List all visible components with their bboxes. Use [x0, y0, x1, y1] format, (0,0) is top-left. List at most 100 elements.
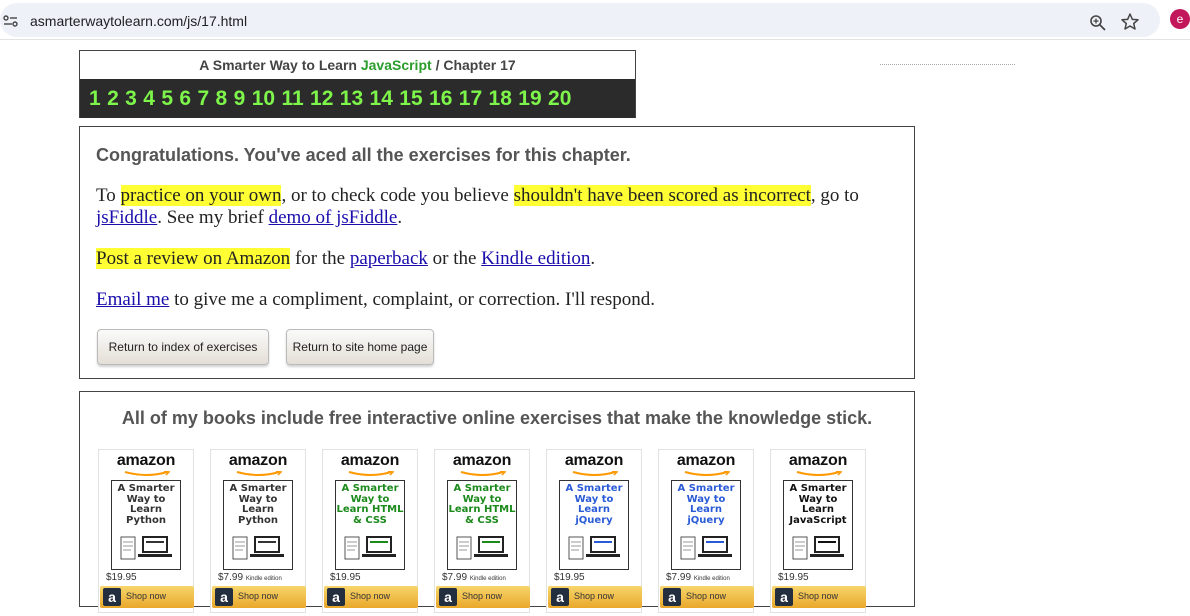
price-value: $19.95	[778, 572, 809, 583]
books-panel: All of my books include free interactive…	[79, 391, 915, 613]
chapter-label: Chapter 17	[443, 57, 516, 73]
amazon-logo: amazon	[116, 452, 176, 469]
chapter-link-11[interactable]: 11	[281, 87, 303, 111]
site-settings-icon[interactable]	[2, 14, 20, 28]
price-value: $19.95	[330, 572, 361, 583]
book-cover-illustration	[344, 536, 396, 560]
amazon-a-icon: a	[215, 588, 233, 606]
book-cover[interactable]: A Smarter Way to Learn JavaScript	[783, 480, 853, 570]
book-price: $19.95	[106, 572, 137, 583]
chapter-link-20[interactable]: 20	[548, 87, 571, 111]
book-cover-title: A Smarter Way to Learn jQuery	[677, 483, 735, 526]
chapter-link-12[interactable]: 12	[310, 87, 333, 111]
book-cover[interactable]: A Smarter Way to Learn jQuery	[559, 480, 629, 570]
zoom-icon[interactable]	[1089, 14, 1107, 32]
book-ad-card[interactable]: amazon A Smarter Way to Learn jQuery $7.99…	[658, 449, 754, 613]
amazon-a-icon: a	[327, 588, 345, 606]
book-cover[interactable]: A Smarter Way to Learn jQuery	[671, 480, 741, 570]
chapter-nav: A Smarter Way to Learn JavaScript / Chap…	[79, 50, 636, 118]
amazon-logo: amazon	[564, 452, 624, 469]
book-cover-illustration	[568, 536, 620, 560]
chapter-link-9[interactable]: 9	[234, 87, 246, 111]
book-price: $7.99 Kindle edition	[442, 572, 506, 583]
jsfiddle-link[interactable]: jsFiddle	[96, 207, 157, 228]
paperback-link[interactable]: paperback	[350, 248, 428, 269]
shop-now-button[interactable]: a Shop now	[436, 586, 530, 608]
amazon-smile-icon	[236, 471, 283, 476]
chapter-link-17[interactable]: 17	[459, 87, 482, 111]
text: to give me a compliment, complaint, or c…	[169, 289, 656, 310]
chapter-link-4[interactable]: 4	[143, 87, 155, 111]
book-title-js: JavaScript	[360, 57, 432, 73]
shop-now-button[interactable]: a Shop now	[212, 586, 306, 608]
congratulations-heading: Congratulations. You've aced all the exe…	[96, 145, 631, 165]
kindle-edition-link[interactable]: Kindle edition	[481, 248, 590, 269]
book-cover-title: A Smarter Way to Learn Python	[117, 483, 175, 526]
price-value: $7.99	[218, 572, 244, 583]
amazon-logo: amazon	[340, 452, 400, 469]
shop-now-button[interactable]: a Shop now	[660, 586, 754, 608]
book-price: $19.95	[778, 572, 809, 583]
chapter-link-2[interactable]: 2	[107, 87, 119, 111]
shop-now-button[interactable]: a Shop now	[772, 586, 866, 608]
book-ad-card[interactable]: amazon A Smarter Way to Learn HTML & CSS $…	[434, 449, 530, 613]
bookmark-star-icon[interactable]	[1120, 12, 1140, 32]
amazon-smile-icon	[124, 471, 171, 476]
chapter-link-14[interactable]: 14	[370, 87, 393, 111]
address-bar[interactable]: asmarterwaytolearn.com/js/17.html	[0, 3, 1160, 37]
book-cover-title: A Smarter Way to Learn HTML & CSS	[336, 483, 404, 526]
chapter-link-10[interactable]: 10	[252, 87, 275, 111]
chapter-link-1[interactable]: 1	[89, 87, 101, 111]
price-value: $7.99	[442, 572, 468, 583]
book-cover-illustration	[680, 536, 732, 560]
shop-now-button[interactable]: a Shop now	[100, 586, 194, 608]
book-cover-illustration	[232, 536, 284, 560]
book-cover-title: A Smarter Way to Learn jQuery	[565, 483, 623, 526]
chapter-link-7[interactable]: 7	[197, 87, 209, 111]
jsfiddle-demo-link[interactable]: demo of jsFiddle	[269, 207, 398, 228]
book-ad-card[interactable]: amazon A Smarter Way to Learn JavaScript $…	[770, 449, 866, 613]
book-cover[interactable]: A Smarter Way to Learn Python	[223, 480, 293, 570]
chapter-link-16[interactable]: 16	[429, 87, 452, 111]
dotted-divider	[880, 64, 1015, 65]
text: , or to check code you believe	[281, 185, 514, 206]
book-ad-card[interactable]: amazon A Smarter Way to Learn Python $19.9…	[98, 449, 194, 613]
book-cover[interactable]: A Smarter Way to Learn HTML & CSS	[447, 480, 517, 570]
shop-now-label: Shop now	[238, 591, 279, 601]
email-paragraph: Email me to give me a compliment, compla…	[96, 289, 896, 311]
chapter-link-6[interactable]: 6	[179, 87, 191, 111]
price-value: $19.95	[106, 572, 137, 583]
book-ad-card[interactable]: amazon A Smarter Way to Learn HTML & CSS $…	[322, 449, 418, 613]
chapter-link-13[interactable]: 13	[340, 87, 363, 111]
amazon-a-icon: a	[663, 588, 681, 606]
book-cover[interactable]: A Smarter Way to Learn HTML & CSS	[335, 480, 405, 570]
book-ad-card[interactable]: amazon A Smarter Way to Learn Python $7.99…	[210, 449, 306, 613]
book-price: $7.99 Kindle edition	[666, 572, 730, 583]
book-cover[interactable]: A Smarter Way to Learn Python	[111, 480, 181, 570]
edition-label: Kindle edition	[469, 576, 506, 582]
shop-now-button[interactable]: a Shop now	[548, 586, 642, 608]
chapter-link-5[interactable]: 5	[161, 87, 173, 111]
return-to-home-button[interactable]: Return to site home page	[286, 329, 434, 365]
shop-now-button[interactable]: a Shop now	[324, 586, 418, 608]
shop-now-label: Shop now	[350, 591, 391, 601]
chapter-link-15[interactable]: 15	[399, 87, 422, 111]
book-ad-card[interactable]: amazon A Smarter Way to Learn jQuery $19.9…	[546, 449, 642, 613]
email-me-link[interactable]: Email me	[96, 289, 169, 310]
amazon-smile-icon	[796, 471, 843, 476]
profile-avatar[interactable]: e	[1170, 9, 1190, 29]
text: . See my brief	[157, 207, 269, 228]
congratulations-panel: Congratulations. You've aced all the exe…	[79, 126, 915, 379]
return-to-index-button[interactable]: Return to index of exercises	[97, 329, 269, 365]
chapter-link-18[interactable]: 18	[489, 87, 512, 111]
chapter-link-19[interactable]: 19	[518, 87, 541, 111]
amazon-smile-icon	[460, 471, 507, 476]
text: for the	[290, 248, 350, 269]
chapter-link-8[interactable]: 8	[216, 87, 228, 111]
chapter-link-3[interactable]: 3	[125, 87, 137, 111]
amazon-smile-icon	[348, 471, 395, 476]
book-price: $19.95	[330, 572, 361, 583]
highlight-incorrect: shouldn't have been scored as incorrect	[513, 185, 811, 206]
url-text[interactable]: asmarterwaytolearn.com/js/17.html	[30, 13, 247, 29]
book-cover-title: A Smarter Way to Learn JavaScript	[789, 483, 847, 526]
